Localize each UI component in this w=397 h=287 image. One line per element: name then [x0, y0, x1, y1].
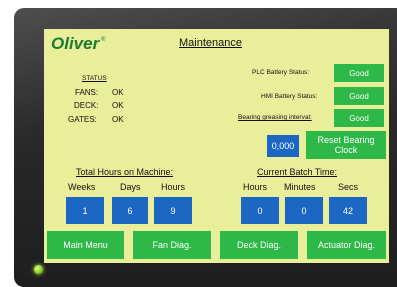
- batch-secs-column-label: Secs: [338, 182, 359, 192]
- hours-column-label: Hours: [161, 182, 186, 192]
- hmi-screen: Oliver ® Maintenance STATUS FANS: OK DEC…: [44, 29, 389, 263]
- deck-diag-button[interactable]: Deck Diag.: [220, 231, 298, 259]
- days-column-label: Days: [120, 182, 141, 192]
- bearing-greasing-status: Good: [334, 109, 384, 127]
- status-heading: STATUS: [82, 75, 107, 82]
- batch-secs-value: 42: [329, 197, 367, 224]
- deck-value: OK: [112, 101, 124, 110]
- total-days-value: 6: [112, 197, 148, 224]
- bearing-clock-value: 0,000: [267, 135, 299, 157]
- power-led-icon: [34, 265, 43, 274]
- gates-label: GATES:: [68, 115, 97, 124]
- weeks-column-label: Weeks: [68, 182, 96, 192]
- batch-minutes-value: 0: [285, 197, 323, 224]
- fan-diag-button[interactable]: Fan Diag.: [133, 231, 211, 259]
- main-menu-button[interactable]: Main Menu: [47, 231, 124, 259]
- oliver-logo: Oliver: [51, 34, 100, 53]
- plc-battery-label: PLC Battery Status:: [252, 69, 310, 76]
- hmi-battery-status: Good: [334, 87, 384, 105]
- fans-label: FANS:: [75, 88, 99, 97]
- batch-hours-value: 0: [241, 197, 279, 224]
- hmi-battery-label: HMI Battery Status:: [261, 93, 318, 100]
- fans-value: OK: [112, 88, 124, 97]
- batch-time-heading: Current Batch Time:: [257, 167, 338, 177]
- bearing-greasing-label: Bearing greasing interval:: [238, 114, 312, 121]
- plc-battery-status: Good: [334, 64, 384, 82]
- page-title: Maintenance: [179, 37, 242, 49]
- reset-bearing-clock-button[interactable]: Reset Bearing Clock: [306, 131, 386, 159]
- gates-value: OK: [112, 115, 124, 124]
- deck-label: DECK:: [74, 101, 99, 110]
- actuator-diag-button[interactable]: Actuator Diag.: [307, 231, 386, 259]
- total-weeks-value: 1: [66, 197, 104, 224]
- registered-mark: ®: [101, 37, 106, 43]
- total-hours-heading: Total Hours on Machine:: [76, 167, 174, 177]
- batch-minutes-column-label: Minutes: [284, 182, 316, 192]
- batch-hours-column-label: Hours: [243, 182, 268, 192]
- total-hours-value: 9: [154, 197, 192, 224]
